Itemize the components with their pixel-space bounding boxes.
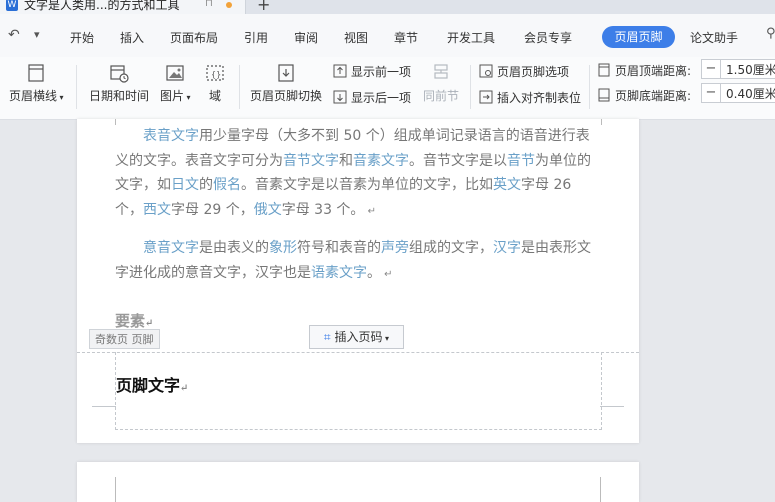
separator [239, 65, 240, 109]
menu-sections[interactable]: 章节 [394, 29, 418, 46]
pin-icon[interactable]: ⊓ [205, 0, 213, 9]
svg-text:{}: {} [211, 70, 221, 79]
unsaved-dot-icon [226, 2, 232, 8]
same-as-previous-icon [434, 64, 448, 79]
document-tab[interactable]: W 文字是人类用...的方式和工具 ⊓ [0, 0, 246, 14]
menu-references[interactable]: 引用 [244, 29, 268, 46]
switch-header-footer-button[interactable]: 页眉页脚切换 [250, 63, 322, 104]
menu-view[interactable]: 视图 [344, 29, 368, 46]
margin-guide [600, 477, 601, 502]
text-run: 是由表义的 [199, 240, 269, 256]
field-button[interactable]: {} 域 [205, 63, 225, 104]
paragraph-phonetic[interactable]: 表音文字用少量字母（大多不到 50 个）组成单词记录语言的语音进行表义的文字。表… [115, 124, 601, 224]
text-run: 组成的文字， [409, 240, 493, 256]
switch-header-footer-icon [278, 64, 294, 82]
picture-button[interactable]: 图片 ▾ [160, 63, 191, 104]
paragraph-mark: ↵ [381, 268, 393, 280]
show-previous-icon [333, 64, 347, 78]
text-run: 。音节文字是以 [409, 152, 507, 169]
menu-header-footer-active[interactable]: 页眉页脚 [602, 26, 675, 48]
section-heading[interactable]: 要素↵ [115, 310, 153, 331]
paragraph-mark: ↵ [364, 205, 376, 217]
footer-type-label: 奇数页 页脚 [89, 329, 160, 349]
margin-corner-mark [601, 119, 612, 125]
hyperlink-term[interactable]: 语素文字 [311, 265, 367, 281]
menu-insert[interactable]: 插入 [120, 29, 144, 46]
text-run: 字母 29 个， [171, 201, 254, 218]
new-tab-icon[interactable]: + [257, 0, 270, 14]
header-footer-options-button[interactable]: 页眉页脚选项 [479, 63, 569, 80]
text-run: 字母 33 个。 [281, 201, 365, 218]
menu-review[interactable]: 审阅 [294, 29, 318, 46]
text-run: 的 [199, 177, 213, 193]
document-tab-title: 文字是人类用...的方式和工具 [24, 0, 180, 12]
text-run: 。 [367, 264, 381, 281]
menu-page-layout[interactable]: 页面布局 [170, 29, 218, 46]
field-icon: {} [206, 65, 224, 81]
margin-guide [92, 406, 116, 407]
header-top-distance-input[interactable]: − 1.50厘米 [701, 59, 775, 79]
footer-text[interactable]: 页脚文字↵ [116, 372, 188, 396]
decrease-icon[interactable]: − [702, 60, 721, 78]
search-icon[interactable]: ⚲ [766, 26, 775, 41]
same-as-previous-button[interactable]: 同前节 [423, 63, 459, 104]
header-line-button[interactable]: 页眉横线 ▾ [9, 63, 64, 104]
text-run: 和 [339, 152, 353, 169]
footer-distance-icon [598, 88, 610, 102]
hyperlink-term[interactable]: 日文 [171, 177, 199, 193]
options-icon [479, 64, 493, 78]
hyperlink-term[interactable]: 意音文字 [143, 240, 199, 256]
writer-doc-icon: W [6, 0, 18, 11]
show-previous-button[interactable]: 显示前一项 [333, 63, 411, 80]
calendar-clock-icon [110, 65, 129, 83]
picture-icon [166, 65, 184, 81]
hyperlink-term[interactable]: 音节 [507, 153, 535, 169]
margin-guide [115, 477, 116, 502]
menu-thesis-assistant[interactable]: 论文助手 [690, 29, 738, 46]
footer-bottom-distance-label: 页脚底端距离: [597, 87, 691, 104]
separator [76, 65, 77, 109]
quick-access-dropdown-icon[interactable]: ▾ [34, 28, 40, 41]
menu-member[interactable]: 会员专享 [524, 29, 572, 46]
header-top-distance-label: 页眉顶端距离: [597, 62, 691, 79]
hyperlink-term[interactable]: 西文 [143, 202, 171, 218]
hyperlink-term[interactable]: 象形 [269, 240, 297, 256]
show-next-icon [333, 90, 347, 104]
decrease-icon[interactable]: − [702, 84, 721, 102]
header-distance-icon [598, 63, 610, 77]
hyperlink-term[interactable]: 汉字 [493, 240, 521, 256]
menu-bar: ↶ ▾ 开始 插入 页面布局 引用 审阅 视图 章节 开发工具 会员专享 页眉页… [0, 14, 775, 57]
hyperlink-term[interactable]: 俄文 [254, 202, 282, 218]
insert-page-number-button[interactable]: ⌗ 插入页码 ▾ [309, 325, 404, 349]
ribbon-toolbar: 页眉横线 ▾ 日期和时间 图片 ▾ {} 域 页眉页脚切换 显示前一项 显示后一… [0, 57, 775, 120]
undo-icon[interactable]: ↶ [8, 27, 20, 43]
menu-developer[interactable]: 开发工具 [447, 29, 495, 46]
page-number-icon: ⌗ [323, 330, 335, 344]
title-bar: W 文字是人类用...的方式和工具 ⊓ + [0, 0, 775, 14]
hyperlink-term[interactable]: 音节文字 [283, 153, 339, 169]
hyperlink-term[interactable]: 音素文字 [353, 153, 409, 169]
document-page-2[interactable] [77, 462, 639, 502]
text-run: 符号和表音的 [297, 240, 381, 256]
date-time-button[interactable]: 日期和时间 [89, 63, 149, 104]
show-next-button[interactable]: 显示后一项 [333, 89, 411, 106]
margin-guide [600, 406, 624, 407]
text-run: 。音素文字是以音素为单位的文字，比如 [241, 177, 493, 193]
header-line-icon [28, 64, 44, 82]
footer-bottom-distance-input[interactable]: − 0.40厘米 [701, 83, 775, 103]
hyperlink-term[interactable]: 表音文字 [143, 128, 199, 144]
separator [589, 65, 590, 109]
hyperlink-term[interactable]: 声旁 [381, 240, 409, 256]
hyperlink-term[interactable]: 英文 [493, 177, 521, 193]
paragraph-logographic[interactable]: 意音文字是由表义的象形符号和表音的声旁组成的文字，汉字是由表形文字进化成的意音文… [115, 236, 601, 287]
insert-align-tab-button[interactable]: 插入对齐制表位 [479, 89, 581, 106]
align-tab-icon [479, 90, 493, 104]
separator [470, 65, 471, 109]
hyperlink-term[interactable]: 假名 [213, 177, 241, 193]
menu-start[interactable]: 开始 [70, 29, 94, 46]
